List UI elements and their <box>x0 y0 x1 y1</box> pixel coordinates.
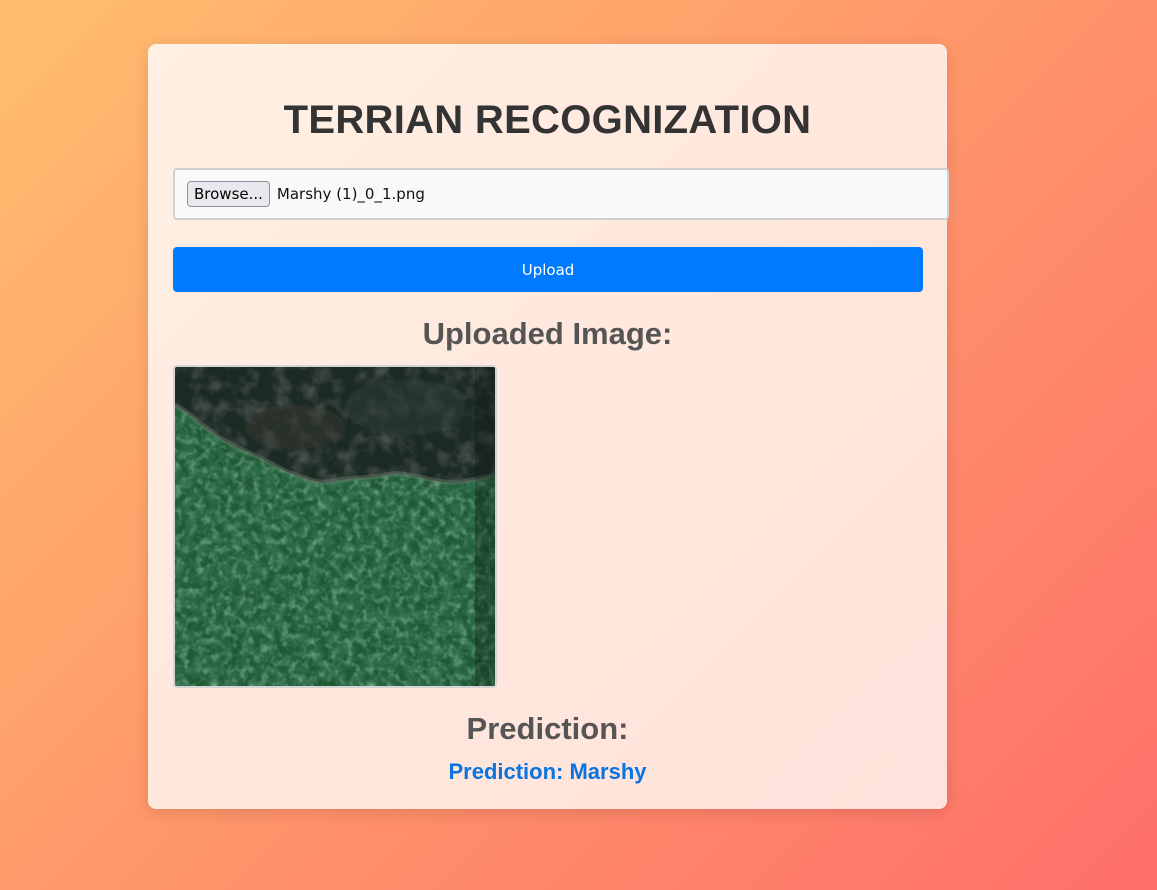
selected-file-name: Marshy (1)_0_1.png <box>276 185 425 203</box>
uploaded-image-heading: Uploaded Image: <box>422 316 673 351</box>
file-input[interactable]: Browse... Marshy (1)_0_1.png <box>173 168 949 220</box>
browse-button[interactable]: Browse... <box>187 181 270 207</box>
page-title: TERRIAN RECOGNIZATION <box>283 98 812 142</box>
main-card: TERRIAN RECOGNIZATION Browse... Marshy (… <box>148 44 949 809</box>
prediction-result: Prediction: Marshy <box>448 759 647 784</box>
prediction-heading: Prediction: <box>466 711 629 746</box>
aerial-terrain-image <box>175 367 495 686</box>
uploaded-image <box>173 365 497 688</box>
upload-button[interactable]: Upload <box>173 247 923 292</box>
